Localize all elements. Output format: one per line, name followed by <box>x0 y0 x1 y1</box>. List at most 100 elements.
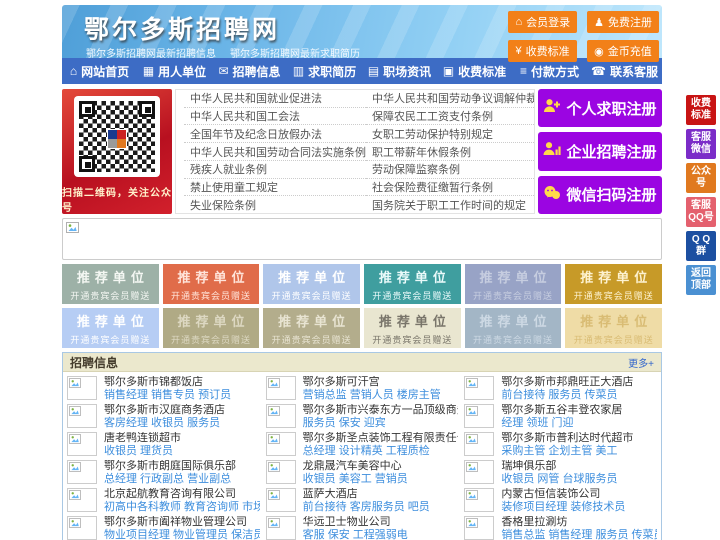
recommend-box[interactable]: 推荐单位 开通贵宾会员赠送 <box>464 308 562 348</box>
nav-item-icon: ≡ <box>519 64 527 78</box>
law-link[interactable]: 社会保险费征缴暂行条例 <box>366 179 534 197</box>
jobs-grid: 鄂尔多斯市锦都饭店 销售经理 销售专员 预订员 鄂尔多斯可汗宫 营销总监 营销人… <box>63 372 661 540</box>
recommend-box[interactable]: 推荐单位 开通贵宾会员赠送 <box>364 264 461 304</box>
job-company-link[interactable]: 华远卫士物业公司 <box>303 516 408 529</box>
job-company-link[interactable]: 鄂尔多斯市汉庭商务酒店 <box>104 404 225 417</box>
job-company-link[interactable]: 鄂尔多斯可汗宫 <box>303 376 441 389</box>
job-company-link[interactable]: 唐老鸭连锁超市 <box>104 432 181 445</box>
job-position-links[interactable]: 装修项目经理 装修技术员 <box>501 501 625 514</box>
job-company-link[interactable]: 香格里拉涮坊 <box>501 516 657 529</box>
float-item-line2: 顶部 <box>691 280 711 291</box>
nav-item-icon: ⌂ <box>69 64 78 78</box>
recommend-box[interactable]: 推荐单位 开通贵宾会员赠送 <box>464 264 562 304</box>
personal-register-button[interactable]: 个人求职注册 <box>538 89 662 128</box>
wechat-qr-banner[interactable]: 扫描二维码，关注公众号 <box>62 89 172 214</box>
job-company-link[interactable]: 蓝萨大酒店 <box>303 488 430 501</box>
job-position-links[interactable]: 销售经理 销售专员 预订员 <box>104 389 231 402</box>
job-listing: 鄂尔多斯可汗宫 营销总监 营销人员 楼房主管 <box>265 376 459 403</box>
job-position-links[interactable]: 采购主管 企划主管 美工 <box>501 445 633 458</box>
law-link[interactable]: 女职工劳动保护特别规定 <box>366 125 534 144</box>
float-item-line2: 微信 <box>691 144 711 155</box>
job-position-links[interactable]: 收银员 网管 台球服务员 <box>501 473 617 486</box>
law-link[interactable]: 职工带薪年休假条例 <box>366 143 534 161</box>
recommend-box[interactable]: 推荐单位 开通贵宾会员赠送 <box>263 308 361 348</box>
law-link[interactable]: 国务院关于职工工作时间的规定 <box>366 196 534 213</box>
job-company-link[interactable]: 鄂尔多斯市朗庭国际俱乐部 <box>104 460 236 473</box>
recommend-box[interactable]: 推荐单位 开通贵宾会员赠送 <box>565 264 663 304</box>
job-position-links[interactable]: 客房经理 收银员 服务员 <box>104 417 225 430</box>
company-logo-placeholder <box>265 376 296 400</box>
nav-item[interactable]: ▥ 求职简历 <box>287 63 362 80</box>
wechat-register-button[interactable]: 微信扫码注册 <box>538 175 662 214</box>
job-company-link[interactable]: 北京起航教育咨询有限公司 <box>104 488 260 501</box>
law-link[interactable]: 禁止使用童工规定 <box>184 179 366 197</box>
float-bar-item[interactable]: Q Q 群 <box>686 231 716 261</box>
recommend-box[interactable]: 推荐单位 开通贵宾会员赠送 <box>62 308 159 348</box>
job-position-links[interactable]: 收银员 美容工 营销员 <box>303 473 408 486</box>
law-link[interactable]: 失业保险条例 <box>184 196 366 213</box>
float-bar-item[interactable]: 收费 标准 <box>686 95 716 125</box>
job-company-link[interactable]: 鄂尔多斯市邦鼎旺正大酒店 <box>501 376 633 389</box>
job-company-link[interactable]: 鄂尔多斯五谷丰登农家居 <box>501 404 622 417</box>
nav-item[interactable]: ▦ 用人单位 <box>137 63 212 80</box>
float-bar-item[interactable]: 客服 QQ号 <box>686 197 716 227</box>
recommend-box[interactable]: 推荐单位 开通贵宾会员赠送 <box>162 308 260 348</box>
jobs-more-link[interactable]: 更多+ <box>628 355 654 370</box>
nav-item[interactable]: ▣ 收费标准 <box>437 63 512 80</box>
float-bar-item[interactable]: 返回 顶部 <box>686 265 716 295</box>
recommend-box[interactable]: 推荐单位 开通贵宾会员赠送 <box>62 264 159 304</box>
recommend-box-subtitle: 开通贵宾会员赠送 <box>70 334 151 345</box>
job-position-links[interactable]: 总经理 行政副总 营业副总 <box>104 473 236 486</box>
law-link[interactable]: 中华人民共和国工会法 <box>184 108 366 126</box>
law-link[interactable]: 全国年节及纪念日放假办法 <box>184 125 366 144</box>
header-button[interactable]: ◉ 金币充值 <box>587 40 659 62</box>
recommend-box[interactable]: 推荐单位 开通贵宾会员赠送 <box>162 264 260 304</box>
job-company-link[interactable]: 鄂尔多斯市阖祥物业管理公司 <box>104 516 260 529</box>
law-link[interactable]: 中华人民共和国就业促进法 <box>184 90 366 108</box>
recommend-box[interactable]: 推荐单位 开通贵宾会员赠送 <box>364 308 461 348</box>
job-company-link[interactable]: 鄂尔多斯市锦都饭店 <box>104 376 231 389</box>
company-register-button[interactable]: 企业招聘注册 <box>538 132 662 171</box>
nav-item[interactable]: ⌂ 网站首页 <box>62 63 137 80</box>
recommend-box[interactable]: 推荐单位 开通贵宾会员赠送 <box>263 264 361 304</box>
company-logo-placeholder <box>67 516 97 540</box>
job-position-links[interactable]: 服务员 保安 迎宾 <box>303 417 459 430</box>
law-link[interactable]: 中华人民共和国劳动争议调解仲裁法 <box>366 90 534 108</box>
job-position-links[interactable]: 客服 保安 工程强弱电 <box>303 529 408 540</box>
job-position-links[interactable]: 前台接待 服务员 传菜员 <box>501 389 633 402</box>
job-position-links[interactable]: 销售总监 销售经理 服务员 传菜员 门迎 <box>501 529 657 540</box>
job-company-link[interactable]: 鄂尔多斯市兴泰东方一品顶级商务火锅 <box>303 404 459 417</box>
job-company-link[interactable]: 鄂尔多斯市普利达时代超市 <box>501 432 633 445</box>
job-company-link[interactable]: 鄂尔多斯圣点装饰工程有限责任公司 <box>303 432 459 445</box>
job-company-link[interactable]: 瑞坤俱乐部 <box>501 460 617 473</box>
company-logo-placeholder <box>464 488 495 512</box>
job-position-links[interactable]: 经理 领班 门迎 <box>501 417 622 430</box>
job-position-links[interactable]: 总经理 设计精英 工程质检 <box>303 445 459 458</box>
nav-item[interactable]: ▤ 职场资讯 <box>362 63 437 80</box>
job-company-link[interactable]: 龙鼎晟汽车美容中心 <box>303 460 408 473</box>
recommend-box[interactable]: 推荐单位 开通贵宾会员赠送 <box>565 308 663 348</box>
header-button[interactable]: ¥ 收费标准 <box>508 40 578 62</box>
law-link[interactable]: 劳动保障监察条例 <box>366 161 534 179</box>
job-company-link[interactable]: 内蒙古恒信装饰公司 <box>501 488 625 501</box>
float-bar-item[interactable]: 公众 号 <box>686 163 716 193</box>
header-button[interactable]: ♟ 免费注册 <box>587 11 659 33</box>
broken-image-icon <box>69 462 81 472</box>
law-link[interactable]: 中华人民共和国劳动合同法实施条例 <box>184 143 366 161</box>
nav-item[interactable]: ≡ 付款方式 <box>512 63 587 80</box>
broken-image-icon <box>466 518 479 528</box>
float-bar-item[interactable]: 客服 微信 <box>686 129 716 159</box>
header-button[interactable]: ⌂ 会员登录 <box>508 11 578 33</box>
job-position-links[interactable]: 营销总监 营销人员 楼房主管 <box>303 389 441 402</box>
job-position-links[interactable]: 收银员 理货员 <box>104 445 181 458</box>
company-logo-placeholder <box>464 460 495 484</box>
float-item-line1: Q Q <box>691 234 711 245</box>
law-link[interactable]: 保障农民工工资支付条例 <box>366 108 534 126</box>
job-position-links[interactable]: 初高中各科教师 教育咨询师 市场专员 <box>104 501 260 514</box>
job-position-links[interactable]: 前台接待 客房服务员 吧员 <box>303 501 430 514</box>
law-link[interactable]: 残疾人就业条例 <box>184 161 366 179</box>
wechat-register-label: 微信扫码注册 <box>566 187 657 205</box>
nav-item[interactable]: ✉ 招聘信息 <box>212 63 287 80</box>
nav-item[interactable]: ☎ 联系客服 <box>587 63 662 80</box>
job-position-links[interactable]: 物业项目经理 物业管理员 保洁员 <box>104 529 260 540</box>
